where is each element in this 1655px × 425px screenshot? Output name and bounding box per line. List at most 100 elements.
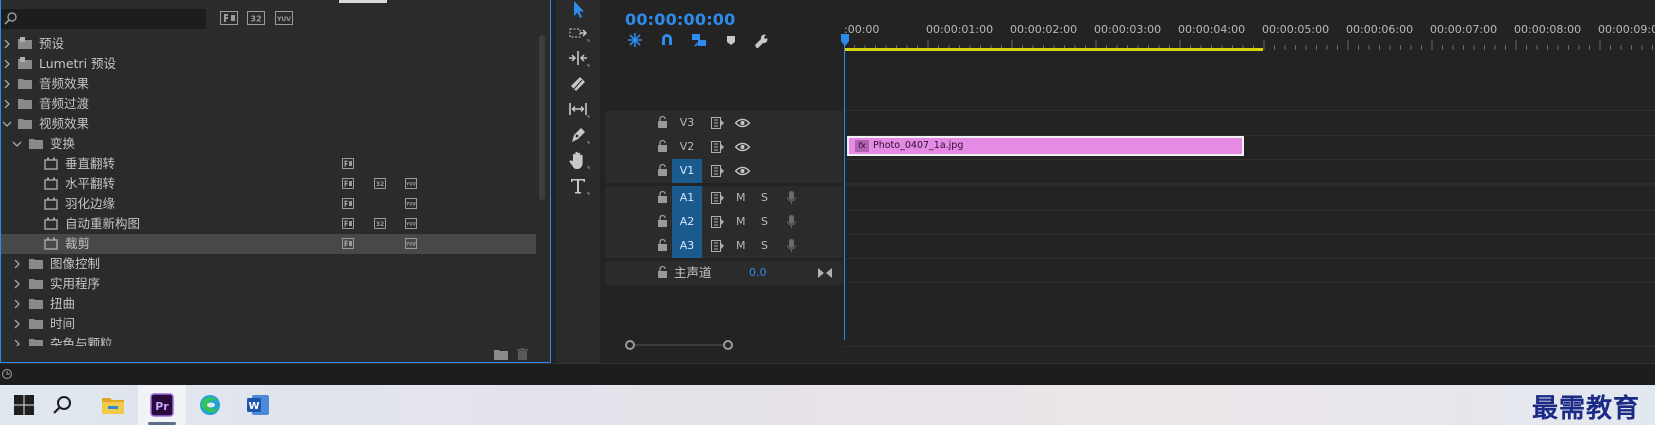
playhead[interactable] (841, 34, 849, 340)
chevron-right-icon[interactable] (12, 279, 22, 289)
taskbar-search-button[interactable] (39, 385, 87, 425)
sync-lock-icon[interactable] (711, 165, 725, 177)
linked-selection-icon[interactable] (691, 32, 707, 48)
chevron-right-icon[interactable] (12, 259, 22, 269)
track-target-toggle[interactable]: V2 (672, 135, 702, 159)
chevron-down-icon[interactable] (12, 139, 22, 149)
go-to-ends-icon[interactable] (818, 267, 832, 279)
razor-tool[interactable] (565, 72, 591, 94)
timeline-clip[interactable]: fx Photo_0407_1a.jpg (847, 136, 1244, 156)
sync-lock-icon[interactable] (711, 192, 725, 204)
solo-button[interactable]: S (761, 186, 768, 210)
effect-bin-item[interactable]: 音频过渡 (1, 94, 536, 114)
microphone-icon[interactable] (787, 191, 796, 205)
ripple-edit-tool[interactable] (565, 47, 591, 69)
track-target-toggle[interactable]: V1 (672, 159, 702, 183)
lock-icon[interactable] (657, 164, 668, 177)
pen-tool[interactable] (565, 124, 591, 146)
zoom-scroll-bar[interactable] (625, 340, 733, 350)
master-track-header[interactable]: 主声道 0.0 (605, 261, 843, 285)
wrench-icon[interactable] (753, 32, 769, 48)
chevron-right-icon[interactable] (2, 59, 12, 69)
track-header-v2[interactable]: V2 (605, 135, 843, 159)
premiere-pro-button[interactable]: Pr (138, 385, 186, 425)
new-bin-icon[interactable] (494, 349, 508, 360)
track-header-a3[interactable]: A3 M S (605, 234, 843, 258)
chevron-right-icon[interactable] (12, 319, 22, 329)
chevron-right-icon[interactable] (12, 339, 22, 346)
time-ruler[interactable]: :00:00 00:00:01:00 00:00:02:00 00:00:03:00 0… (844, 18, 1655, 50)
zoom-left-handle[interactable] (625, 340, 635, 350)
chevron-down-icon[interactable] (2, 119, 12, 129)
lock-icon[interactable] (657, 116, 668, 129)
lock-icon[interactable] (657, 266, 668, 279)
add-marker-icon[interactable] (723, 32, 739, 48)
microphone-icon[interactable] (787, 239, 796, 253)
chevron-right-icon[interactable] (2, 99, 12, 109)
mute-button[interactable]: M (736, 186, 746, 210)
sync-lock-icon[interactable] (711, 216, 725, 228)
effect-item[interactable]: 垂直翻转 (1, 154, 536, 174)
sync-lock-icon[interactable] (711, 240, 725, 252)
zoom-right-handle[interactable] (723, 340, 733, 350)
track-target-toggle[interactable]: A2 (672, 210, 702, 234)
microphone-icon[interactable] (787, 215, 796, 229)
track-target-toggle[interactable]: A1 (672, 186, 702, 210)
effect-bin-item[interactable]: 实用程序 (1, 274, 536, 294)
lock-icon[interactable] (657, 140, 668, 153)
track-select-tool[interactable] (565, 22, 591, 44)
word-button[interactable]: W (234, 385, 282, 425)
32-bit-color-icon[interactable]: 32 (247, 11, 265, 25)
playhead-timecode[interactable]: 00:00:00:00 (625, 10, 735, 29)
nest-toggle-icon[interactable] (627, 32, 643, 48)
eye-icon[interactable] (735, 142, 750, 152)
track-target-toggle[interactable]: V3 (672, 111, 702, 135)
effects-scrollbar[interactable] (538, 35, 546, 345)
trash-icon[interactable] (517, 348, 528, 360)
effect-item[interactable]: 水平翻转 32 YUV (1, 174, 536, 194)
effect-item[interactable]: 裁剪 YUV (1, 234, 536, 254)
file-explorer-button[interactable] (89, 385, 137, 425)
effect-bin-item[interactable]: 视频效果 (1, 114, 536, 134)
scrollbar-thumb[interactable] (539, 35, 545, 200)
mute-button[interactable]: M (736, 210, 746, 234)
yuv-icon[interactable]: YUV (275, 11, 293, 25)
effect-bin-item[interactable]: 预设 (1, 34, 536, 54)
edge-button[interactable] (186, 385, 234, 425)
sync-lock-icon[interactable] (711, 117, 725, 129)
solo-button[interactable]: S (761, 234, 768, 258)
track-header-v3[interactable]: V3 (605, 111, 843, 135)
effect-bin-item[interactable]: 扭曲 (1, 294, 536, 314)
effect-bin-item[interactable]: 变换 (1, 134, 536, 154)
sync-lock-icon[interactable] (711, 141, 725, 153)
lock-icon[interactable] (657, 215, 668, 228)
hand-tool[interactable] (565, 149, 591, 171)
mute-button[interactable]: M (736, 234, 746, 258)
snap-icon[interactable] (659, 32, 675, 48)
type-tool[interactable] (565, 175, 591, 197)
solo-button[interactable]: S (761, 210, 768, 234)
chevron-right-icon[interactable] (2, 79, 12, 89)
chevron-right-icon[interactable] (12, 299, 22, 309)
effect-item[interactable]: 自动重新构图 32 YUV (1, 214, 536, 234)
effect-bin-item[interactable]: 杂色与颗粒 (1, 334, 536, 346)
selection-tool[interactable] (565, 0, 591, 22)
effect-bin-item[interactable]: Lumetri 预设 (1, 54, 536, 74)
effects-search-input[interactable] (20, 10, 200, 28)
lock-icon[interactable] (657, 239, 668, 252)
effect-bin-item[interactable]: 时间 (1, 314, 536, 334)
eye-icon[interactable] (735, 118, 750, 128)
effect-bin-item[interactable]: 音频效果 (1, 74, 536, 94)
eye-icon[interactable] (735, 166, 750, 176)
accelerated-effects-icon[interactable] (220, 11, 238, 25)
effect-item[interactable]: 羽化边缘 YUV (1, 194, 536, 214)
chevron-right-icon[interactable] (2, 39, 12, 49)
lock-icon[interactable] (657, 191, 668, 204)
track-target-toggle[interactable]: A3 (672, 234, 702, 258)
effects-search-box[interactable] (1, 9, 206, 29)
master-volume-value[interactable]: 0.0 (749, 261, 767, 285)
slip-tool[interactable] (565, 98, 591, 120)
track-header-a1[interactable]: A1 M S (605, 186, 843, 210)
effect-bin-item[interactable]: 图像控制 (1, 254, 536, 274)
track-header-v1[interactable]: V1 (605, 159, 843, 183)
